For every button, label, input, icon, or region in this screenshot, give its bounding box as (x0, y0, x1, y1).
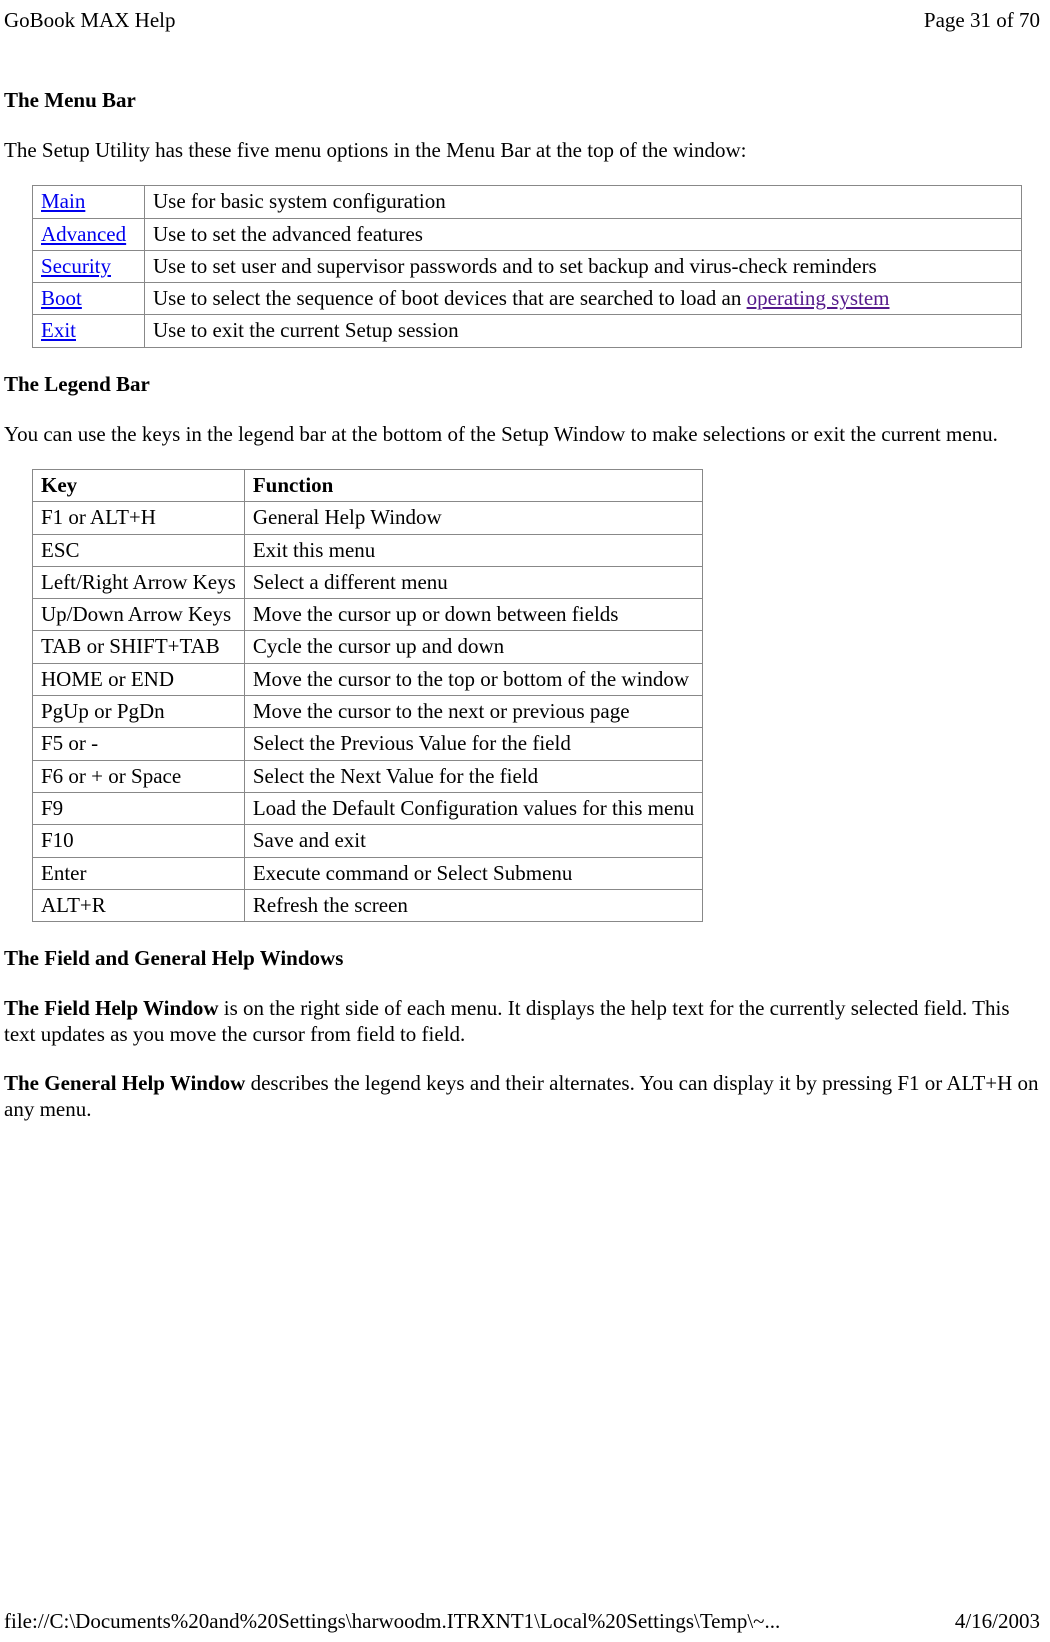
cell-key: F5 or - (33, 728, 245, 760)
cell-key: F10 (33, 825, 245, 857)
cell-func: Save and exit (244, 825, 702, 857)
table-row: F5 or -Select the Previous Value for the… (33, 728, 703, 760)
cell-desc: Use to set the advanced features (145, 218, 1022, 250)
cell-key: ESC (33, 534, 245, 566)
heading-help-windows: The Field and General Help Windows (4, 946, 1040, 971)
footer-path: file://C:\Documents%20and%20Settings\har… (4, 1609, 780, 1634)
cell-key: F1 or ALT+H (33, 502, 245, 534)
cell-desc: Use to exit the current Setup session (145, 315, 1022, 347)
bold-field-help: The Field Help Window (4, 996, 219, 1020)
table-row: HOME or ENDMove the cursor to the top or… (33, 663, 703, 695)
cell-key: ALT+R (33, 889, 245, 921)
table-row: Up/Down Arrow KeysMove the cursor up or … (33, 599, 703, 631)
table-row: F9Load the Default Configuration values … (33, 792, 703, 824)
table-row: Main Use for basic system configuration (33, 186, 1022, 218)
table-row: ESCExit this menu (33, 534, 703, 566)
paragraph-field-help: The Field Help Window is on the right si… (4, 995, 1040, 1048)
footer-date: 4/16/2003 (955, 1609, 1040, 1634)
cell-key: PgUp or PgDn (33, 696, 245, 728)
table-row: Advanced Use to set the advanced feature… (33, 218, 1022, 250)
cell-func: Execute command or Select Submenu (244, 857, 702, 889)
table-row: TAB or SHIFT+TABCycle the cursor up and … (33, 631, 703, 663)
cell-key: Enter (33, 857, 245, 889)
cell-func: General Help Window (244, 502, 702, 534)
table-header-row: Key Function (33, 469, 703, 501)
table-row: Security Use to set user and supervisor … (33, 250, 1022, 282)
header-key: Key (33, 469, 245, 501)
paragraph-general-help: The General Help Window describes the le… (4, 1070, 1040, 1123)
cell-func: Cycle the cursor up and down (244, 631, 702, 663)
cell-func: Move the cursor up or down between field… (244, 599, 702, 631)
cell-func: Refresh the screen (244, 889, 702, 921)
cell-func: Select a different menu (244, 566, 702, 598)
cell-key: Left/Right Arrow Keys (33, 566, 245, 598)
cell-key: TAB or SHIFT+TAB (33, 631, 245, 663)
heading-legend-bar: The Legend Bar (4, 372, 1040, 397)
bold-general-help: The General Help Window (4, 1071, 245, 1095)
table-row: F10Save and exit (33, 825, 703, 857)
link-advanced[interactable]: Advanced (41, 222, 126, 246)
intro-legend-bar: You can use the keys in the legend bar a… (4, 421, 1040, 447)
cell-func: Exit this menu (244, 534, 702, 566)
table-row: Boot Use to select the sequence of boot … (33, 283, 1022, 315)
cell-func: Move the cursor to the next or previous … (244, 696, 702, 728)
link-boot[interactable]: Boot (41, 286, 82, 310)
table-row: PgUp or PgDnMove the cursor to the next … (33, 696, 703, 728)
cell-key: F9 (33, 792, 245, 824)
header-title: GoBook MAX Help (4, 8, 176, 33)
page-content: The Menu Bar The Setup Utility has these… (4, 88, 1040, 1144)
link-operating-system[interactable]: operating system (747, 286, 890, 310)
link-exit[interactable]: Exit (41, 318, 76, 342)
table-row: ALT+RRefresh the screen (33, 889, 703, 921)
intro-menu-bar: The Setup Utility has these five menu op… (4, 137, 1040, 163)
cell-desc: Use to set user and supervisor passwords… (145, 250, 1022, 282)
cell-key: F6 or + or Space (33, 760, 245, 792)
menu-bar-table: Main Use for basic system configuration … (32, 185, 1022, 347)
table-row: Left/Right Arrow KeysSelect a different … (33, 566, 703, 598)
cell-desc-text: Use to select the sequence of boot devic… (153, 286, 747, 310)
legend-bar-table: Key Function F1 or ALT+HGeneral Help Win… (32, 469, 703, 922)
cell-desc: Use to select the sequence of boot devic… (145, 283, 1022, 315)
cell-desc: Use for basic system configuration (145, 186, 1022, 218)
link-security[interactable]: Security (41, 254, 111, 278)
link-main[interactable]: Main (41, 189, 85, 213)
table-row: Exit Use to exit the current Setup sessi… (33, 315, 1022, 347)
cell-key: HOME or END (33, 663, 245, 695)
cell-func: Move the cursor to the top or bottom of … (244, 663, 702, 695)
cell-func: Load the Default Configuration values fo… (244, 792, 702, 824)
cell-key: Up/Down Arrow Keys (33, 599, 245, 631)
heading-menu-bar: The Menu Bar (4, 88, 1040, 113)
cell-func: Select the Previous Value for the field (244, 728, 702, 760)
table-row: F6 or + or SpaceSelect the Next Value fo… (33, 760, 703, 792)
page-indicator: Page 31 of 70 (924, 8, 1040, 33)
table-row: F1 or ALT+HGeneral Help Window (33, 502, 703, 534)
cell-func: Select the Next Value for the field (244, 760, 702, 792)
header-function: Function (244, 469, 702, 501)
table-row: EnterExecute command or Select Submenu (33, 857, 703, 889)
